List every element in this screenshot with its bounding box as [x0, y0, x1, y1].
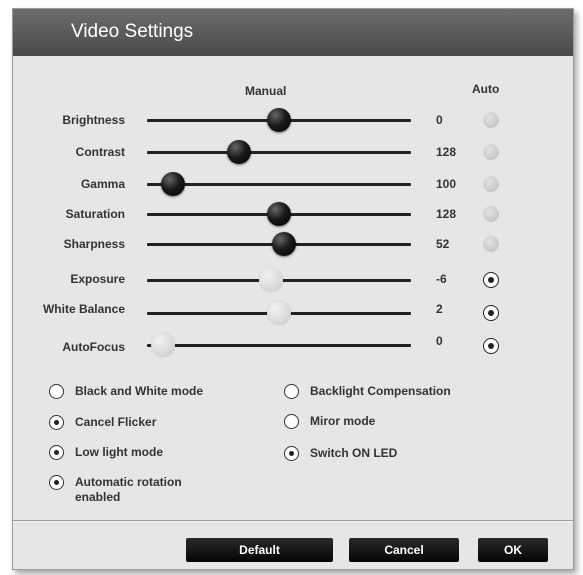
automatic-rotation-label: Automatic rotation enabled	[75, 475, 182, 504]
saturation-slider-thumb[interactable]	[267, 202, 291, 226]
autofocus-label: AutoFocus	[62, 340, 125, 354]
white-balance-value: 2	[436, 302, 443, 316]
brightness-auto-toggle[interactable]	[483, 112, 499, 128]
white-balance-slider-thumb[interactable]	[267, 301, 291, 325]
gamma-slider-track[interactable]	[147, 183, 411, 186]
gamma-label: Gamma	[80, 177, 125, 191]
contrast-auto-toggle[interactable]	[483, 144, 499, 160]
brightness-slider-thumb[interactable]	[267, 108, 291, 132]
exposure-label: Exposure	[70, 272, 125, 286]
contrast-label: Contrast	[75, 145, 125, 159]
black-and-white-mode-radio[interactable]	[49, 384, 64, 399]
black-and-white-mode-option[interactable]: Black and White mode	[49, 384, 203, 399]
gamma-auto-toggle[interactable]	[483, 176, 499, 192]
exposure-auto-toggle[interactable]	[483, 272, 499, 288]
contrast-slider-track[interactable]	[147, 151, 411, 154]
manual-column-header: Manual	[245, 84, 287, 98]
default-button[interactable]: Default	[186, 538, 333, 562]
gamma-slider-thumb[interactable]	[161, 172, 186, 196]
sharpness-auto-toggle[interactable]	[483, 236, 499, 252]
backlight-compensation-radio[interactable]	[284, 384, 299, 399]
miror-mode-radio[interactable]	[284, 414, 299, 429]
backlight-compensation-option[interactable]: Backlight Compensation	[284, 384, 451, 399]
ok-button[interactable]: OK	[478, 538, 548, 562]
title-bar: Video Settings	[13, 9, 573, 56]
backlight-compensation-label: Backlight Compensation	[310, 384, 451, 398]
dialog-title: Video Settings	[71, 21, 194, 42]
sharpness-label: Sharpness	[63, 237, 125, 251]
exposure-value: -6	[436, 272, 447, 286]
cancel-flicker-option[interactable]: Cancel Flicker	[49, 415, 156, 430]
contrast-value: 128	[436, 145, 457, 159]
low-light-mode-label: Low light mode	[75, 445, 163, 459]
saturation-value: 128	[436, 207, 457, 221]
low-light-mode-radio[interactable]	[49, 445, 64, 460]
automatic-rotation-radio[interactable]	[49, 475, 64, 490]
autofocus-value: 0	[436, 334, 443, 348]
low-light-mode-option[interactable]: Low light mode	[49, 445, 163, 460]
miror-mode-option[interactable]: Miror mode	[284, 414, 375, 429]
autofocus-auto-toggle[interactable]	[483, 338, 499, 354]
saturation-auto-toggle[interactable]	[483, 206, 499, 222]
autofocus-slider-track[interactable]	[147, 344, 411, 347]
cancel-flicker-radio[interactable]	[49, 415, 64, 430]
switch-on-led-label: Switch ON LED	[310, 446, 398, 460]
sharpness-slider-thumb[interactable]	[272, 232, 297, 256]
automatic-rotation-option[interactable]: Automatic rotation enabled	[49, 475, 182, 505]
auto-column-header: Auto	[472, 82, 500, 96]
white-balance-label: White Balance	[42, 302, 125, 316]
cancel-button[interactable]: Cancel	[349, 538, 459, 562]
switch-on-led-radio[interactable]	[284, 446, 299, 461]
contrast-slider-thumb[interactable]	[227, 140, 252, 164]
sharpness-value: 52	[436, 237, 450, 251]
brightness-label: Brightness	[62, 113, 125, 127]
cancel-flicker-label: Cancel Flicker	[75, 415, 157, 429]
saturation-label: Saturation	[65, 207, 125, 221]
black-and-white-mode-label: Black and White mode	[75, 384, 204, 398]
miror-mode-label: Miror mode	[310, 414, 376, 428]
gamma-value: 100	[436, 177, 457, 191]
white-balance-auto-toggle[interactable]	[483, 305, 499, 321]
switch-on-led-option[interactable]: Switch ON LED	[284, 446, 397, 461]
exposure-slider-thumb[interactable]	[259, 268, 284, 292]
footer-separator-highlight	[13, 521, 573, 522]
autofocus-slider-thumb[interactable]	[150, 333, 175, 357]
video-settings-dialog: Video Settings Manual Auto Brightness 0 …	[12, 8, 574, 570]
brightness-value: 0	[436, 113, 443, 127]
